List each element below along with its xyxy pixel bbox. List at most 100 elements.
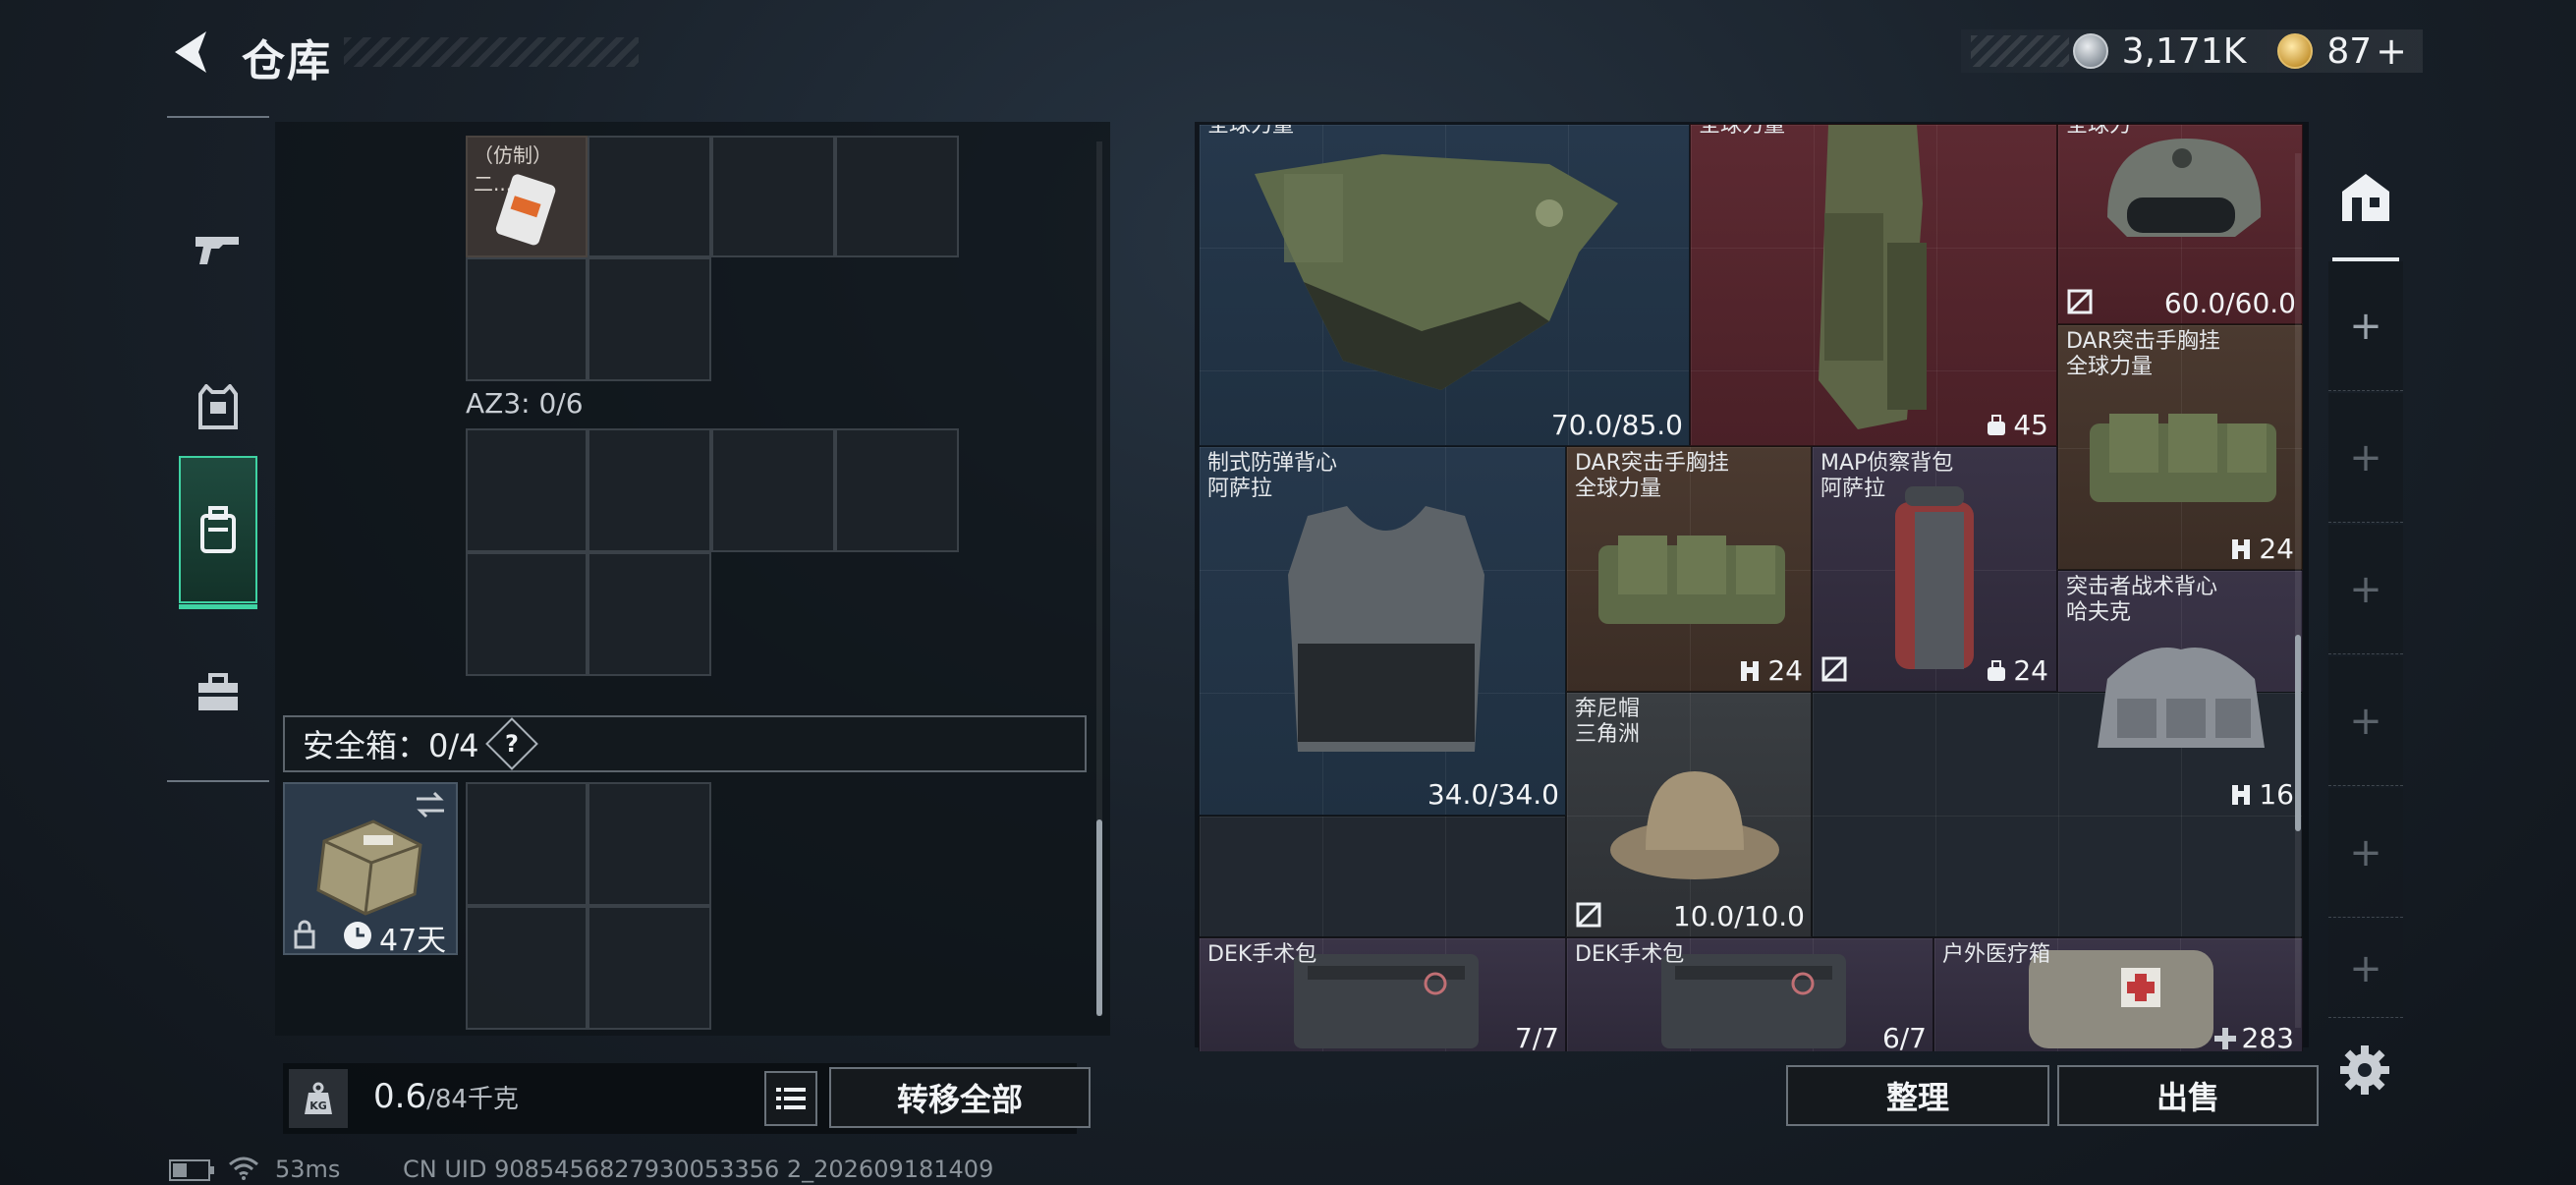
chest-rig-icon [2090,414,2276,502]
transfer-all-button[interactable]: 转移全部 [829,1067,1091,1128]
add-storage-tab[interactable]: + [2328,393,2403,523]
storage-item-hat[interactable]: 奔尼帽 三角洲 10.0/10.0 [1566,692,1812,937]
sell-button[interactable]: 出售 [2057,1065,2319,1126]
storage-grid: 全球力量 70.0/85.0 全球力量 45 全球力 60.0/60.0 DAR… [1199,124,2303,1051]
item-name: DAR突击手胸挂 [2066,329,2220,354]
safebox-slot[interactable] [466,782,588,906]
category-rail [167,116,269,782]
storage-item-surgery-kit[interactable]: DEK手术包 7/7 [1199,937,1566,1051]
safebox-label: 安全箱：0/4 [303,727,479,764]
inventory-slot[interactable] [711,136,835,257]
storage-item-leg-bag[interactable]: 全球力量 45 [1690,124,2057,446]
rail-weapons[interactable] [179,177,257,324]
slots-icon [2232,538,2251,559]
back-arrow-icon [175,31,206,73]
durability: 70.0/85.0 [1550,409,1683,441]
storage-empty-slot[interactable] [1199,816,1566,937]
inventory-slot[interactable] [466,257,588,381]
safebox-slot[interactable] [588,782,711,906]
storage-item-medkit[interactable]: 户外医疗箱 283 [1933,937,2303,1051]
inventory-slot[interactable] [588,257,711,381]
storage-item-vest[interactable]: 全球力量 70.0/85.0 [1199,124,1690,446]
safebox-card[interactable]: 47天 [283,782,458,958]
help-button[interactable]: ? [484,717,538,770]
settings-button[interactable] [2336,1042,2393,1099]
item-name: 制式防弹背心 [1207,451,1338,476]
add-storage-tab[interactable]: + [2328,788,2403,918]
storage-scrollbar[interactable] [2295,153,2301,1028]
add-gold-button[interactable]: + [2376,29,2407,73]
item-name: DAR突击手胸挂 [1575,451,1729,476]
surgery-kit-icon [1294,954,1479,1048]
gold-amount: 87 [2326,30,2373,72]
item-stat-value: 24 [2013,654,2048,687]
storage-item-chest-rig[interactable]: DAR突击手胸挂 全球力量 24 [1566,446,1812,692]
storage-item-chest-rig[interactable]: DAR突击手胸挂 全球力量 24 [2057,324,2303,570]
silver-coin-icon [2072,33,2108,69]
inventory-item[interactable]: （仿制）二... [466,136,588,257]
armor-vest-icon [1255,154,1618,390]
chest-rig-icon [1598,536,1785,624]
card-item-icon [495,174,556,246]
item-faction: 阿萨拉 [1820,477,1886,501]
storage-item-helmet[interactable]: 全球力 60.0/60.0 [2057,124,2303,324]
uid-readout: CN UID 9085456827930053356 2_20260918140… [403,1156,994,1183]
add-storage-tab[interactable]: + [2328,656,2403,786]
weight-readout: 0.6/84千克 [373,1077,519,1116]
inventory-slot[interactable] [466,428,588,552]
currency-bar: 3,171K 87 + [1961,29,2423,73]
weight-icon: KG [289,1069,348,1128]
item-stat: 24 [1738,654,1803,687]
durability: 34.0/34.0 [1427,778,1559,811]
item-stat: 283 [2213,1022,2294,1051]
no-insure-icon [1821,656,1847,682]
storage-tab-main[interactable] [2332,145,2399,261]
organize-button[interactable]: 整理 [1786,1065,2049,1126]
left-scrollbar[interactable] [1096,141,1102,1016]
safebox-slot[interactable] [466,906,588,1030]
page-title: 仓库 [242,36,332,86]
slots-icon [1741,660,1760,681]
safebox-header: 安全箱：0/4 ? [283,715,1087,772]
inventory-slot[interactable] [466,552,588,676]
item-stat: 24 [2229,533,2294,565]
currency-decoration [1971,35,2069,67]
list-view-button[interactable] [764,1071,817,1126]
inventory-slot[interactable] [588,552,711,676]
warehouse-icon [2342,174,2389,221]
backpack-icon [1895,486,1974,669]
storage-item-backpack[interactable]: MAP侦察背包 阿萨拉 24 [1812,446,2057,692]
rail-toolbox[interactable] [179,619,257,766]
item-stat: 16 [2229,778,2294,811]
inventory-slot[interactable] [835,428,959,552]
safebox-slot[interactable] [588,906,711,1030]
item-name: 全球力 [2066,124,2132,138]
wifi-icon [229,1157,258,1180]
inventory-slot[interactable] [588,428,711,552]
boonie-hat-icon [1610,771,1779,879]
item-stat-value: 45 [2013,409,2048,441]
left-scroll-thumb[interactable] [1096,819,1102,1016]
add-storage-tab[interactable]: + [2328,525,2403,654]
gun-icon [196,237,239,264]
storage-item-vest[interactable]: 制式防弹背心 阿萨拉 34.0/34.0 [1199,446,1566,816]
add-storage-tab[interactable]: + [2328,261,2403,391]
back-button[interactable] [167,28,214,77]
item-name: 全球力量 [1207,124,1295,138]
inventory-slot[interactable] [711,428,835,552]
add-storage-tab[interactable]: + [2328,920,2403,1018]
list-icon [776,1088,806,1109]
item-faction: 全球力量 [1575,477,1662,501]
capacity-icon [1988,659,2006,681]
inventory-slot[interactable] [588,136,711,257]
help-icon: ? [504,729,519,758]
item-stat-value: 24 [2259,533,2294,565]
rail-backpack[interactable] [179,456,257,609]
storage-item-surgery-kit[interactable]: DEK手术包 6/7 [1566,937,1933,1051]
inventory-slot[interactable] [835,136,959,257]
silver-amount: 3,171K [2121,30,2247,72]
item-name: 奔尼帽 [1575,697,1641,721]
storage-scroll-thumb[interactable] [2295,635,2301,831]
lock-icon [294,920,315,949]
surgery-kit-icon [1661,954,1846,1048]
